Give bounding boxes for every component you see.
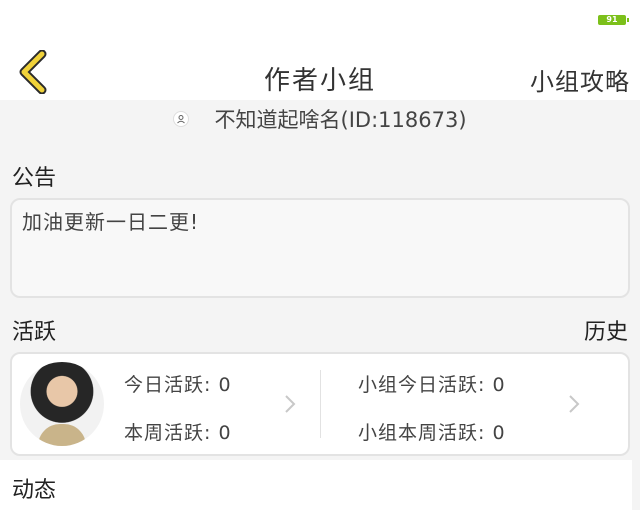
top-nav-bar: 作者小组 小组攻略	[0, 40, 640, 100]
activity-card: 今日活跃: 0 本周活跃: 0 小组今日活跃: 0 小组本周活跃: 0	[10, 352, 630, 456]
status-bar: 91	[0, 0, 640, 40]
dynamic-heading: 动态	[12, 478, 57, 503]
group-week-activity: 小组本周活跃: 0	[358, 422, 506, 444]
activity-heading: 活跃	[12, 320, 57, 345]
divider	[320, 370, 321, 438]
group-today-activity: 小组今日活跃: 0	[358, 374, 506, 396]
history-link[interactable]: 历史	[584, 314, 628, 346]
notice-content: 加油更新一日二更!	[22, 210, 200, 234]
notice-box: 加油更新一日二更!	[10, 198, 630, 298]
chevron-right-icon[interactable]	[284, 394, 296, 414]
today-activity: 今日活跃: 0	[124, 374, 232, 396]
group-leader-name: 不知道起啥名(ID:118673)	[214, 108, 467, 132]
chevron-right-icon[interactable]	[568, 394, 580, 414]
notice-heading: 公告	[12, 166, 57, 191]
person-icon	[173, 111, 190, 127]
week-activity: 本周活跃: 0	[124, 422, 232, 444]
group-strategy-link[interactable]: 小组攻略	[530, 62, 630, 97]
avatar	[20, 362, 104, 446]
dynamic-section: 动态	[0, 460, 632, 510]
group-leader-row: 不知道起啥名(ID:118673)	[0, 104, 640, 144]
battery-icon: 91	[598, 15, 629, 25]
